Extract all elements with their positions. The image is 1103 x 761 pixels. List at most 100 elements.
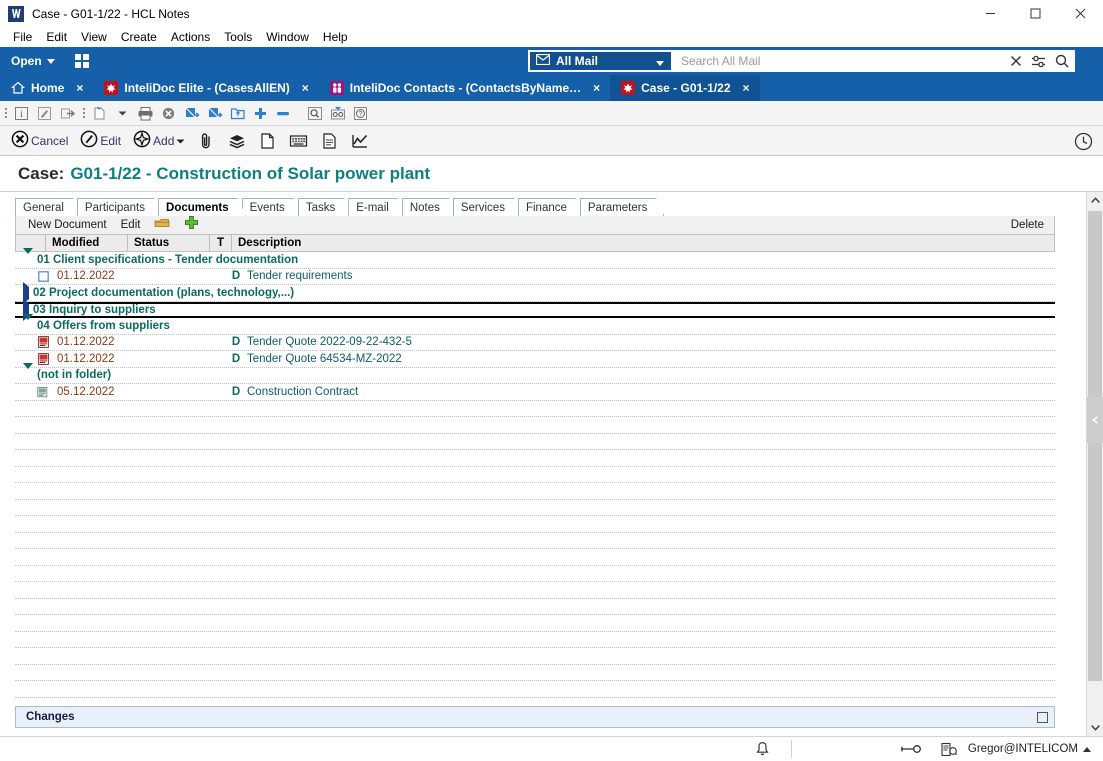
close-button[interactable] [1058, 0, 1103, 27]
empty-row[interactable] [15, 467, 1055, 483]
edit-button[interactable]: Edit [75, 128, 126, 153]
menu-help[interactable]: Help [316, 29, 355, 45]
empty-row[interactable] [15, 566, 1055, 582]
mail-scope-select[interactable]: All Mail [528, 50, 673, 72]
twisty-expanded-icon[interactable] [23, 313, 33, 332]
empty-row[interactable] [15, 615, 1055, 632]
twisty-collapsed-icon[interactable] [23, 281, 29, 304]
folder-icon[interactable] [154, 216, 170, 234]
restore-icon[interactable] [1037, 711, 1048, 723]
menu-window[interactable]: Window [259, 29, 316, 45]
chart-icon[interactable] [345, 130, 375, 152]
scroll-up-icon[interactable] [1087, 192, 1103, 209]
copy-to-folder-icon[interactable] [204, 103, 225, 124]
keyboard-icon[interactable] [283, 130, 314, 152]
print-icon[interactable] [135, 103, 156, 124]
twisty-expanded-icon[interactable] [23, 363, 33, 382]
empty-row[interactable] [15, 450, 1055, 467]
binoculars-icon[interactable] [327, 103, 348, 124]
add-icon[interactable] [250, 103, 271, 124]
scroll-thumb[interactable] [1088, 211, 1102, 681]
menu-create[interactable]: Create [114, 29, 164, 45]
table-row[interactable]: 01.12.2022 D Tender Quote 64534-MZ-2022 [15, 351, 1055, 368]
green-cross-icon[interactable] [184, 215, 199, 235]
minimize-button[interactable] [968, 0, 1013, 27]
table-row[interactable]: 02 Project documentation (plans, technol… [15, 281, 1055, 304]
column-header-modified[interactable]: Modified [46, 234, 128, 252]
table-row[interactable]: 01 Client specifications - Tender docume… [15, 247, 1055, 269]
layers-icon[interactable] [222, 130, 252, 152]
menu-tools[interactable]: Tools [217, 29, 259, 45]
table-row[interactable]: 01.12.2022 D Tender requirements [15, 269, 1055, 285]
folder-icon[interactable] [227, 103, 248, 124]
remove-icon[interactable] [273, 103, 294, 124]
window-tab-case[interactable]: Case - G01-1/22 × [610, 75, 760, 101]
search-input-wrapper[interactable]: Search All Mail [673, 50, 1075, 72]
column-header-t[interactable]: T [210, 234, 232, 252]
empty-row[interactable] [15, 401, 1055, 417]
notification-bell-icon[interactable] [735, 737, 791, 761]
new-document-icon[interactable] [89, 103, 110, 124]
table-row[interactable]: 01.12.2022 D Tender Quote 2022-09-22-432… [15, 335, 1055, 351]
tab-finance[interactable]: Finance [518, 198, 584, 216]
move-to-folder-icon[interactable] [181, 103, 202, 124]
close-icon[interactable]: × [593, 81, 600, 95]
tab-parameters[interactable]: Parameters [580, 198, 664, 216]
close-icon[interactable]: × [302, 81, 309, 95]
document-status-icon[interactable] [930, 737, 968, 761]
search-filter-icon[interactable] [1031, 55, 1046, 68]
empty-row[interactable] [15, 516, 1055, 533]
menu-view[interactable]: View [74, 29, 114, 45]
changes-bar[interactable]: Changes [15, 706, 1055, 728]
empty-row[interactable] [15, 434, 1055, 450]
scroll-down-icon[interactable] [1087, 719, 1103, 736]
empty-row[interactable] [15, 648, 1055, 665]
app-grid-icon[interactable] [74, 54, 89, 68]
empty-row[interactable] [15, 549, 1055, 566]
forward-icon[interactable] [57, 103, 78, 124]
column-header-description[interactable]: Description [232, 235, 1054, 252]
attachment-icon[interactable] [192, 130, 220, 152]
page-icon[interactable] [254, 130, 281, 152]
menu-edit[interactable]: Edit [39, 29, 74, 45]
tab-services[interactable]: Services [453, 198, 522, 216]
magnifier-icon[interactable] [1055, 54, 1069, 68]
tab-events[interactable]: Events [242, 198, 302, 216]
empty-row[interactable] [15, 500, 1055, 516]
table-row[interactable]: 04 Offers from suppliers [15, 313, 1055, 335]
window-tab-home[interactable]: Home × [0, 75, 93, 101]
search-view-icon[interactable] [304, 103, 325, 124]
empty-row[interactable] [15, 599, 1055, 615]
clear-x-icon[interactable] [1010, 55, 1022, 67]
tab-participants[interactable]: Participants [77, 198, 162, 216]
table-row[interactable]: 03 Inquiry to suppliers [15, 298, 1055, 321]
scroll-mini-handle[interactable] [1087, 397, 1103, 443]
table-row[interactable]: 05.12.2022 D Construction Contract [15, 384, 1055, 401]
tab-general[interactable]: General [15, 198, 81, 216]
empty-row[interactable] [15, 665, 1055, 681]
menu-file[interactable]: File [6, 29, 39, 45]
empty-row[interactable] [15, 417, 1055, 434]
toolbar-grip-icon-2[interactable] [80, 108, 87, 118]
table-row[interactable]: (not in folder) [15, 363, 1055, 384]
document-icon[interactable] [316, 130, 343, 152]
window-tab-intelidoc-elite[interactable]: InteliDoc Elite - (CasesAllEN) × [93, 75, 318, 101]
close-icon[interactable]: × [76, 81, 83, 95]
add-button[interactable]: Add [128, 128, 190, 153]
vertical-scrollbar[interactable] [1086, 192, 1103, 736]
help-icon[interactable]: ? [350, 103, 371, 124]
close-icon[interactable]: × [743, 81, 750, 95]
window-tab-intelidoc-contacts[interactable]: InteliDoc Contacts - (ContactsByName… × [319, 75, 610, 101]
tab-notes[interactable]: Notes [402, 198, 457, 216]
empty-row[interactable] [15, 681, 1055, 698]
twisty-expanded-icon[interactable] [23, 247, 33, 266]
empty-row[interactable] [15, 582, 1055, 599]
toolbar-grip-icon[interactable] [2, 108, 9, 118]
delete-button[interactable]: Delete [1011, 219, 1044, 231]
column-header-status[interactable]: Status [128, 234, 210, 252]
tab-documents[interactable]: Documents [158, 198, 246, 216]
new-document-button[interactable]: New Document [28, 219, 107, 231]
maximize-button[interactable] [1013, 0, 1058, 27]
tab-tasks[interactable]: Tasks [298, 198, 352, 216]
tab-email[interactable]: E-mail [348, 198, 406, 216]
